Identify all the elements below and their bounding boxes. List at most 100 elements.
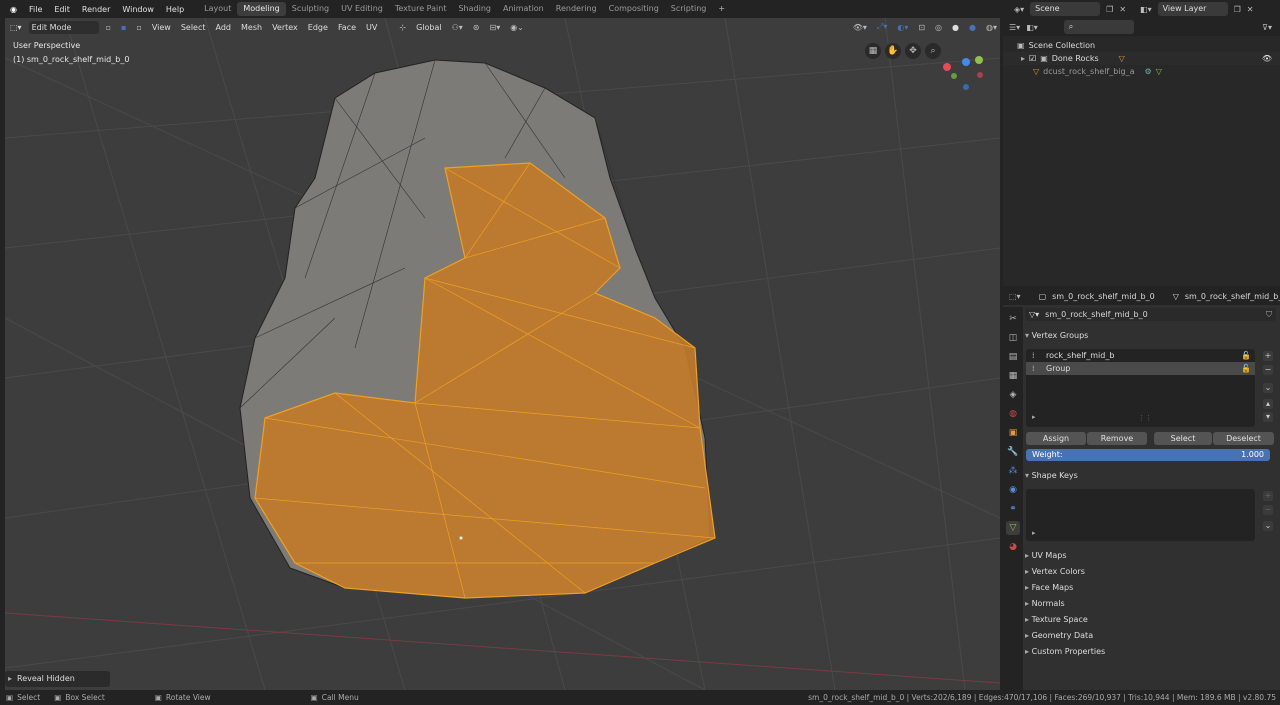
viewport-scene[interactable] — [5, 18, 1000, 690]
panel-face-maps[interactable]: ▸ Face Maps — [1025, 580, 1073, 596]
menu-help[interactable]: Help — [160, 5, 190, 14]
vertex-group-list[interactable]: ⁞ rock_shelf_mid_b 🔓 ⁞ Group 🔓 ▸ ⋮⋮ — [1026, 349, 1255, 427]
assign-button[interactable]: Assign — [1026, 432, 1086, 445]
last-operator-panel[interactable]: ▸ Reveal Hidden — [5, 671, 110, 687]
gizmo-neg-z-icon[interactable] — [963, 84, 969, 90]
scene-name-field[interactable]: Scene — [1030, 2, 1101, 16]
render-tab-icon[interactable]: ◫ — [1006, 331, 1020, 345]
mesh-data-tab-icon[interactable]: ▽ — [1006, 521, 1020, 535]
panel-uv-maps[interactable]: ▸ UV Maps — [1025, 548, 1066, 564]
shape-key-list[interactable]: ▸ — [1026, 489, 1255, 541]
zoom-icon[interactable]: ⌕ — [925, 43, 941, 59]
scene-copy-icon[interactable]: ❐ — [1106, 5, 1113, 14]
eye-icon[interactable]: 👁 — [1262, 54, 1272, 63]
add-shape-key-icon[interactable]: + — [1263, 491, 1273, 501]
transform-orientation-select[interactable]: Global — [413, 23, 445, 32]
move-down-icon[interactable]: ▾ — [1263, 412, 1273, 422]
properties-editor-icon[interactable]: ⬚▾ — [1009, 292, 1021, 301]
menu-uv[interactable]: UV — [363, 23, 380, 32]
menu-edge[interactable]: Edge — [305, 23, 331, 32]
outliner-editor-icon[interactable]: ☰▾ — [1009, 23, 1020, 32]
panel-texture-space[interactable]: ▸ Texture Space — [1025, 612, 1088, 628]
menu-vertex[interactable]: Vertex — [269, 23, 301, 32]
snap-icon[interactable]: ⊛ — [470, 23, 483, 32]
include-checkbox[interactable]: ☑ — [1029, 54, 1036, 63]
menu-edit[interactable]: Edit — [48, 5, 76, 14]
scene-icon[interactable]: ◈▾ — [1014, 5, 1024, 14]
tab-modeling[interactable]: Modeling — [237, 2, 286, 16]
view-layer-tab-icon[interactable]: ▦ — [1006, 369, 1020, 383]
proportional-edit-icon[interactable]: ◉⌄ — [507, 23, 527, 32]
lock-icon[interactable]: 🔓 — [1241, 362, 1251, 375]
filter-icon[interactable]: ⊽▾ — [1262, 23, 1272, 32]
pan-icon[interactable]: ✥ — [905, 43, 921, 59]
modifier-tab-icon[interactable]: 🔧 — [1006, 445, 1020, 459]
world-tab-icon[interactable]: ◍ — [1006, 407, 1020, 421]
select-button[interactable]: Select — [1154, 432, 1212, 445]
menu-add[interactable]: Add — [213, 23, 235, 32]
grab-icon[interactable]: ✋ — [885, 43, 901, 59]
menu-render[interactable]: Render — [76, 5, 116, 14]
solid-shading-icon[interactable]: ● — [949, 23, 962, 32]
scene-tab-icon[interactable]: ◈ — [1006, 388, 1020, 402]
tab-texture-paint[interactable]: Texture Paint — [389, 2, 453, 16]
mode-selector[interactable]: Edit Mode — [28, 20, 99, 34]
vertex-select-icon[interactable]: ▫ — [103, 23, 114, 32]
menu-face[interactable]: Face — [335, 23, 359, 32]
view-layer-icon[interactable]: ◧▾ — [1140, 5, 1152, 14]
menu-view[interactable]: View — [149, 23, 174, 32]
outliner-collection-row[interactable]: ▸ ☑ ▣ Done Rocks ▽ 👁 — [1003, 52, 1280, 65]
menu-file[interactable]: File — [23, 5, 48, 14]
tab-animation[interactable]: Animation — [497, 2, 550, 16]
vertex-group-item[interactable]: ⁞ rock_shelf_mid_b 🔓 — [1026, 349, 1255, 362]
menu-window[interactable]: Window — [116, 5, 160, 14]
editor-type-icon[interactable]: ⬚▾ — [7, 23, 25, 32]
gizmo-z-icon[interactable] — [962, 58, 970, 66]
mesh-name-field[interactable]: ▽▾ sm_0_rock_shelf_mid_b_0 ⛉ — [1025, 308, 1276, 321]
3d-viewport[interactable]: ⬚▾ Edit Mode ▫ ▪ ▫ View Select Add Mesh … — [5, 18, 1000, 690]
weight-slider[interactable]: Weight: 1.000 — [1026, 449, 1270, 461]
add-workspace-icon[interactable]: + — [712, 2, 731, 16]
tool-tab-icon[interactable]: ✂ — [1006, 312, 1020, 326]
tab-shading[interactable]: Shading — [452, 2, 497, 16]
move-up-icon[interactable]: ▴ — [1263, 399, 1273, 409]
outliner-search-input[interactable]: ⌕ — [1063, 20, 1134, 34]
edge-select-icon[interactable]: ▪ — [118, 23, 129, 32]
gizmo-neg-y-icon[interactable] — [951, 73, 957, 79]
physics-tab-icon[interactable]: ◉ — [1006, 483, 1020, 497]
rendered-shading-icon[interactable]: ◍▾ — [983, 23, 1000, 32]
list-expand-icon[interactable]: ▸ — [1032, 529, 1036, 537]
transform-orientation-icon[interactable]: ⊹ — [396, 23, 409, 32]
camera-view-icon[interactable]: ▦ — [865, 43, 881, 59]
remove-shape-key-icon[interactable]: − — [1263, 505, 1273, 515]
vertex-group-item-selected[interactable]: ⁞ Group 🔓 — [1026, 362, 1255, 375]
add-group-icon[interactable]: + — [1263, 351, 1273, 361]
list-expand-icon[interactable]: ▸ — [1032, 413, 1036, 421]
face-select-icon[interactable]: ▫ — [133, 23, 144, 32]
view-layer-copy-icon[interactable]: ❐ — [1234, 5, 1241, 14]
object-name-label[interactable]: sm_0_rock_shelf_mid_b_0 — [1052, 292, 1155, 301]
list-resize-handle-icon[interactable]: ⋮⋮ — [1138, 414, 1152, 422]
menu-select[interactable]: Select — [178, 23, 209, 32]
visibility-icon[interactable]: 👁▾ — [850, 23, 870, 32]
lock-icon[interactable]: 🔓 — [1241, 349, 1251, 362]
menu-mesh[interactable]: Mesh — [238, 23, 265, 32]
snap-type-icon[interactable]: ⊟▾ — [486, 23, 503, 32]
mesh-selector-icon[interactable]: ▽▾ — [1029, 310, 1039, 319]
overlay-toggle-icon[interactable]: ◐▾ — [894, 23, 911, 32]
output-tab-icon[interactable]: ▤ — [1006, 350, 1020, 364]
material-shading-icon[interactable]: ● — [966, 23, 979, 32]
expand-arrow-icon[interactable]: ▸ — [1021, 54, 1025, 63]
data-name-label[interactable]: sm_0_rock_shelf_mid_b_0 — [1185, 292, 1280, 301]
blender-logo-icon[interactable]: ◉ — [4, 5, 23, 14]
tab-uv-editing[interactable]: UV Editing — [335, 2, 389, 16]
tab-compositing[interactable]: Compositing — [603, 2, 665, 16]
panel-vertex-colors[interactable]: ▸ Vertex Colors — [1025, 564, 1085, 580]
gizmo-x-icon[interactable] — [943, 63, 951, 71]
wireframe-shading-icon[interactable]: ◎ — [932, 23, 945, 32]
gizmo-neg-x-icon[interactable] — [977, 72, 983, 78]
remove-button[interactable]: Remove — [1087, 432, 1147, 445]
object-tab-icon[interactable]: ▣ — [1006, 426, 1020, 440]
deselect-button[interactable]: Deselect — [1213, 432, 1274, 445]
particles-tab-icon[interactable]: ⁂ — [1006, 464, 1020, 478]
